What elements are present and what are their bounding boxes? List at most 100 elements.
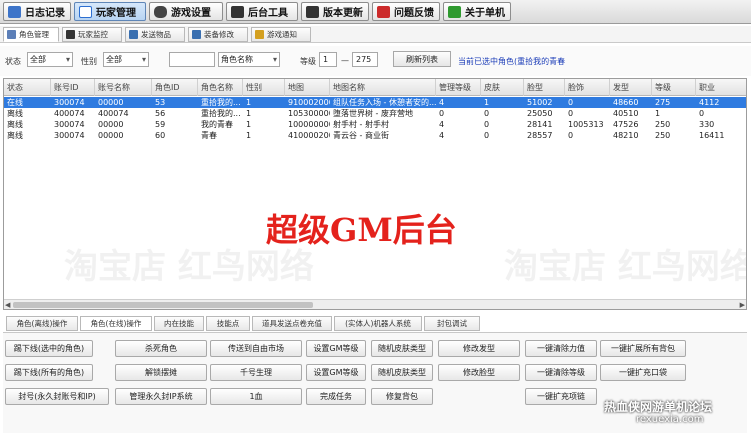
tab-player-monitor[interactable]: 玩家监控 — [62, 27, 122, 42]
set-gm-level-button-2[interactable]: 设置GM等级 — [306, 364, 366, 381]
tab-send-items[interactable]: 发送物品 — [125, 27, 185, 42]
teleport-market-button[interactable]: 传送到自由市场 — [210, 340, 302, 357]
forum-url: rexuexia.com — [636, 414, 704, 425]
toolbar-feedback-button[interactable]: 问题反馈 — [372, 2, 440, 21]
repair-bag-button[interactable]: 修复背包 — [371, 388, 433, 405]
cell-account-name: 00000 — [98, 98, 124, 107]
column-header[interactable]: 角色名称 — [198, 79, 243, 96]
horizontal-scrollbar[interactable]: ◀ ▶ — [4, 299, 746, 309]
column-header[interactable]: 脸饰 — [565, 79, 610, 96]
clear-power-button[interactable]: 一键清除力值 — [525, 340, 597, 357]
column-header[interactable]: 地图名称 — [330, 79, 436, 96]
role-table: 状态 账号ID 账号名称 角色ID 角色名称 性别 地图 地图名称 管理等级 皮… — [3, 78, 747, 310]
tab-equip-modify[interactable]: 装备修改 — [188, 27, 248, 42]
refresh-list-button[interactable]: 刷新列表 — [393, 51, 451, 67]
gender-select[interactable]: 全部 — [103, 52, 149, 67]
cell-admin-level: 4 — [439, 98, 445, 107]
column-header[interactable]: 性别 — [243, 79, 285, 96]
column-header[interactable]: 发型 — [610, 79, 652, 96]
log-icon — [8, 5, 21, 18]
manage-ip-ban-button[interactable]: 管理永久封IP系统 — [115, 388, 207, 405]
tab-skill-points[interactable]: 技能点 — [206, 316, 250, 331]
tab-packet-debug[interactable]: 封包调试 — [424, 316, 480, 331]
expand-bags-button[interactable]: 一键扩展所有背包 — [600, 340, 686, 357]
tab-offline-ops[interactable]: 角色(离线)操作 — [6, 316, 78, 331]
gamepad-icon — [154, 5, 167, 18]
column-header[interactable]: 皮肤 — [481, 79, 524, 96]
cell-skin: 0 — [484, 109, 490, 118]
modify-face-button[interactable]: 修改脸型 — [438, 364, 520, 381]
toolbar-about-button[interactable]: 关于单机 — [443, 2, 511, 21]
filter-bar: 状态 全部 性别 全部 角色名称 等级 1 — 275 刷新列表 当前已选中角色… — [0, 46, 751, 76]
cell-admin-level: 0 — [439, 109, 445, 118]
random-skin-button[interactable]: 随机皮肤类型 — [371, 340, 433, 357]
cell-role-id: 53 — [155, 98, 166, 107]
complete-quest-button[interactable]: 完成任务 — [306, 388, 366, 405]
name-search-input[interactable] — [169, 52, 215, 67]
column-header[interactable]: 状态 — [4, 79, 51, 96]
tab-item-send[interactable]: 道具发送点卷充值 — [252, 316, 332, 331]
tab-game-notice[interactable]: 游戏通知 — [251, 27, 311, 42]
tab-inner-skills[interactable]: 内在技能 — [154, 316, 204, 331]
table-row[interactable]: 离线 300074 00000 60 青春 1 410000200 青云谷 - … — [4, 130, 746, 141]
column-header[interactable]: 脸型 — [524, 79, 565, 96]
toolbar-player-button[interactable]: 玩家管理 — [74, 2, 146, 21]
level-max-input[interactable]: 275 — [352, 52, 378, 67]
cell-map-name: 青云谷 - 商业街 — [333, 131, 389, 140]
kick-all-button[interactable]: 踢下线(所有的角色) — [5, 364, 93, 381]
expand-necklace-button[interactable]: 一键扩充项链 — [525, 388, 597, 405]
cell-face: 25050 — [527, 109, 553, 118]
ban-account-ip-button[interactable]: 封号(永久封账号和IP) — [5, 388, 109, 405]
cell-account-id: 300074 — [54, 120, 85, 129]
scroll-right-icon[interactable]: ▶ — [740, 300, 745, 309]
cell-map: 100000000 — [288, 120, 330, 129]
column-header[interactable]: 角色ID — [152, 79, 198, 96]
table-row[interactable]: 在线 300074 00000 53 重拾我的... 1 910002000 组… — [4, 97, 746, 108]
cell-map-name: 堕落世界树 - 废弃营地 — [333, 109, 413, 118]
modify-hair-button[interactable]: 修改发型 — [438, 340, 520, 357]
toolbar-about-label: 关于单机 — [465, 8, 505, 19]
column-header[interactable]: 账号名称 — [95, 79, 152, 96]
column-header[interactable]: 职业 — [696, 79, 746, 96]
cell-hair: 40510 — [613, 109, 639, 118]
kill-role-button[interactable]: 杀死角色 — [115, 340, 207, 357]
one-hp-button[interactable]: 1血 — [210, 388, 302, 405]
table-row[interactable]: 离线 300074 00000 59 我的青春 1 100000000 射手村 … — [4, 119, 746, 130]
cell-hair: 47526 — [613, 120, 639, 129]
status-select[interactable]: 全部 — [27, 52, 73, 67]
toolbar-player-label: 玩家管理 — [96, 8, 136, 19]
cell-job: 16411 — [699, 131, 725, 140]
cell-job: 330 — [699, 120, 715, 129]
player-icon — [79, 5, 92, 18]
tab-robot-system[interactable]: (实体人)机器人系统 — [334, 316, 422, 331]
tab-role-management[interactable]: 角色管理 — [3, 27, 59, 42]
unlock-stall-button[interactable]: 解锁摆摊 — [115, 364, 207, 381]
level-range-dash: — — [341, 56, 349, 65]
toolbar-update-button[interactable]: 版本更新 — [301, 2, 369, 21]
toolbar-log-button[interactable]: 日志记录 — [3, 2, 71, 21]
level-min-input[interactable]: 1 — [319, 52, 337, 67]
cell-status: 离线 — [7, 131, 23, 140]
toolbar-tools-button[interactable]: 后台工具 — [226, 2, 298, 21]
level-label: 等级 — [300, 57, 316, 66]
table-row[interactable]: 离线 400074 400074 56 重拾我的... 1 105300000 … — [4, 108, 746, 119]
thousand-reward-button[interactable]: 千号生理 — [210, 364, 302, 381]
scroll-left-icon[interactable]: ◀ — [5, 300, 10, 309]
column-header[interactable]: 地图 — [285, 79, 330, 96]
clear-level-button[interactable]: 一键清除等级 — [525, 364, 597, 381]
cell-role-id: 60 — [155, 131, 166, 140]
column-header[interactable]: 账号ID — [51, 79, 95, 96]
tab-online-ops[interactable]: 角色(在线)操作 — [80, 316, 152, 331]
column-header[interactable]: 管理等级 — [436, 79, 481, 96]
role-name-select[interactable]: 角色名称 — [218, 52, 280, 67]
kick-selected-button[interactable]: 踢下线(选中的角色) — [5, 340, 93, 357]
cell-account-id: 400074 — [54, 109, 85, 118]
column-header[interactable]: 等级 — [652, 79, 696, 96]
operation-tabs: 角色(离线)操作 角色(在线)操作 内在技能 技能点 道具发送点卷充值 (实体人… — [6, 316, 746, 332]
set-gm-level-button[interactable]: 设置GM等级 — [306, 340, 366, 357]
toolbar-settings-button[interactable]: 游戏设置 — [149, 2, 223, 21]
expand-pocket-button[interactable]: 一键扩充口袋 — [600, 364, 686, 381]
cell-gender: 1 — [246, 131, 252, 140]
scrollbar-thumb[interactable] — [13, 302, 313, 308]
random-skin-button-2[interactable]: 随机皮肤类型 — [371, 364, 433, 381]
